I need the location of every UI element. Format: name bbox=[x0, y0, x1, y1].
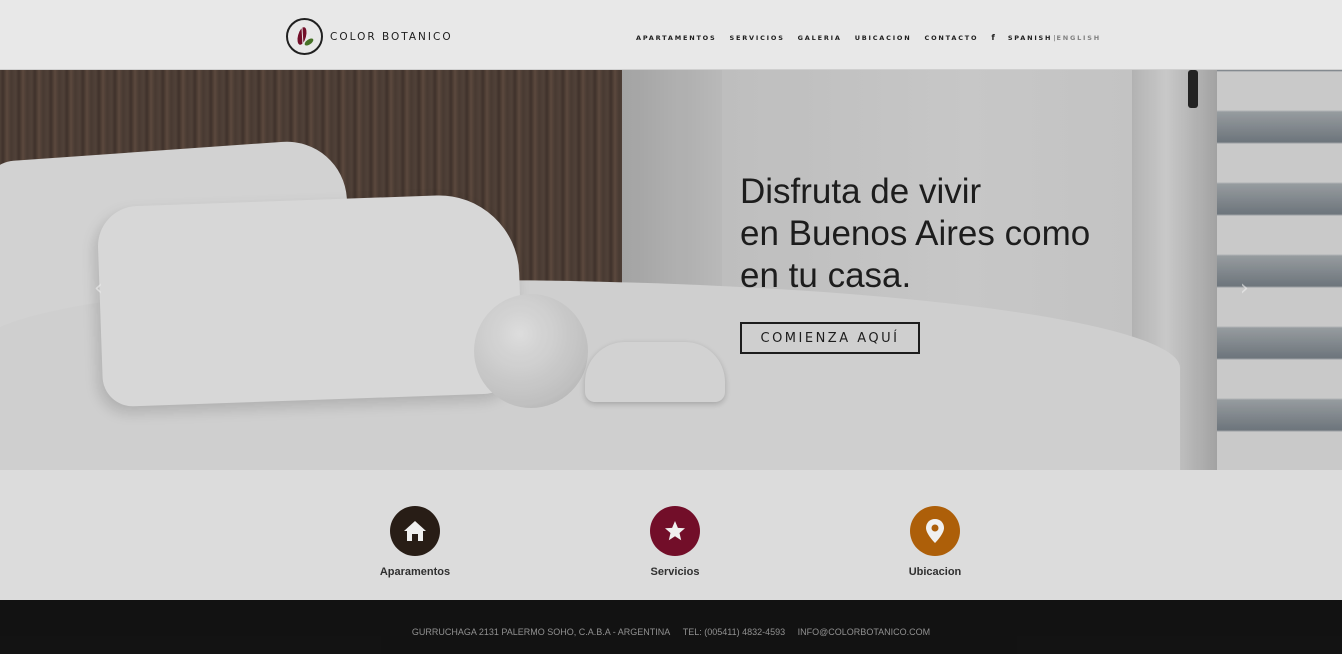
leaf-logo-icon bbox=[286, 18, 323, 55]
site-header: COLOR BOTANICO APARTAMENTOS SERVICIOS GA… bbox=[0, 0, 1342, 70]
nav-ubicacion[interactable]: UBICACION bbox=[855, 34, 912, 42]
star-icon bbox=[650, 506, 700, 556]
feature-servicios[interactable]: Servicios bbox=[615, 506, 735, 578]
feature-apartamentos[interactable]: Aparamentos bbox=[355, 506, 475, 578]
home-icon bbox=[390, 506, 440, 556]
slider-prev-arrow-icon[interactable]: ‹ bbox=[94, 276, 103, 301]
nav-contacto[interactable]: CONTACTO bbox=[925, 34, 979, 42]
feature-label: Servicios bbox=[650, 566, 700, 578]
cta-button[interactable]: COMIENZA AQUÍ bbox=[740, 322, 920, 354]
hero-slider: ‹ › Disfruta de vivir en Buenos Aires co… bbox=[0, 70, 1342, 470]
lang-spanish[interactable]: SPANISH bbox=[1008, 34, 1052, 42]
nav-apartamentos[interactable]: APARTAMENTOS bbox=[636, 34, 717, 42]
logo[interactable]: COLOR BOTANICO bbox=[286, 18, 453, 55]
site-footer: GURRUCHAGA 2131 PALERMO SOHO, C.A.B.A - … bbox=[0, 600, 1342, 654]
nav-servicios[interactable]: SERVICIOS bbox=[730, 34, 785, 42]
feature-label: Aparamentos bbox=[379, 566, 451, 578]
location-pin-icon bbox=[910, 506, 960, 556]
footer-email[interactable]: INFO@COLORBOTANICO.COM bbox=[798, 627, 930, 637]
nav-galeria[interactable]: GALERIA bbox=[798, 34, 842, 42]
main-nav: APARTAMENTOS SERVICIOS GALERIA UBICACION… bbox=[636, 33, 1101, 42]
footer-contact-line: GURRUCHAGA 2131 PALERMO SOHO, C.A.B.A - … bbox=[0, 627, 1342, 637]
feature-ubicacion[interactable]: Ubicacion bbox=[875, 506, 995, 578]
lang-english[interactable]: ENGLISH bbox=[1056, 34, 1101, 42]
features-row: Aparamentos Servicios Ubicacion bbox=[0, 470, 1342, 600]
logo-text: COLOR BOTANICO bbox=[330, 30, 453, 43]
footer-address: GURRUCHAGA 2131 PALERMO SOHO, C.A.B.A - … bbox=[411, 627, 671, 637]
facebook-icon[interactable]: f bbox=[991, 33, 994, 42]
footer-phone: TEL: (005411) 4832-4593 bbox=[682, 627, 786, 637]
lang-separator: | bbox=[1053, 33, 1056, 42]
hero-overlay bbox=[0, 70, 1342, 470]
hero-title: Disfruta de vivir en Buenos Aires como e… bbox=[740, 172, 1091, 295]
feature-label: Ubicacion bbox=[908, 566, 962, 578]
slider-next-arrow-icon[interactable]: › bbox=[1240, 276, 1249, 301]
